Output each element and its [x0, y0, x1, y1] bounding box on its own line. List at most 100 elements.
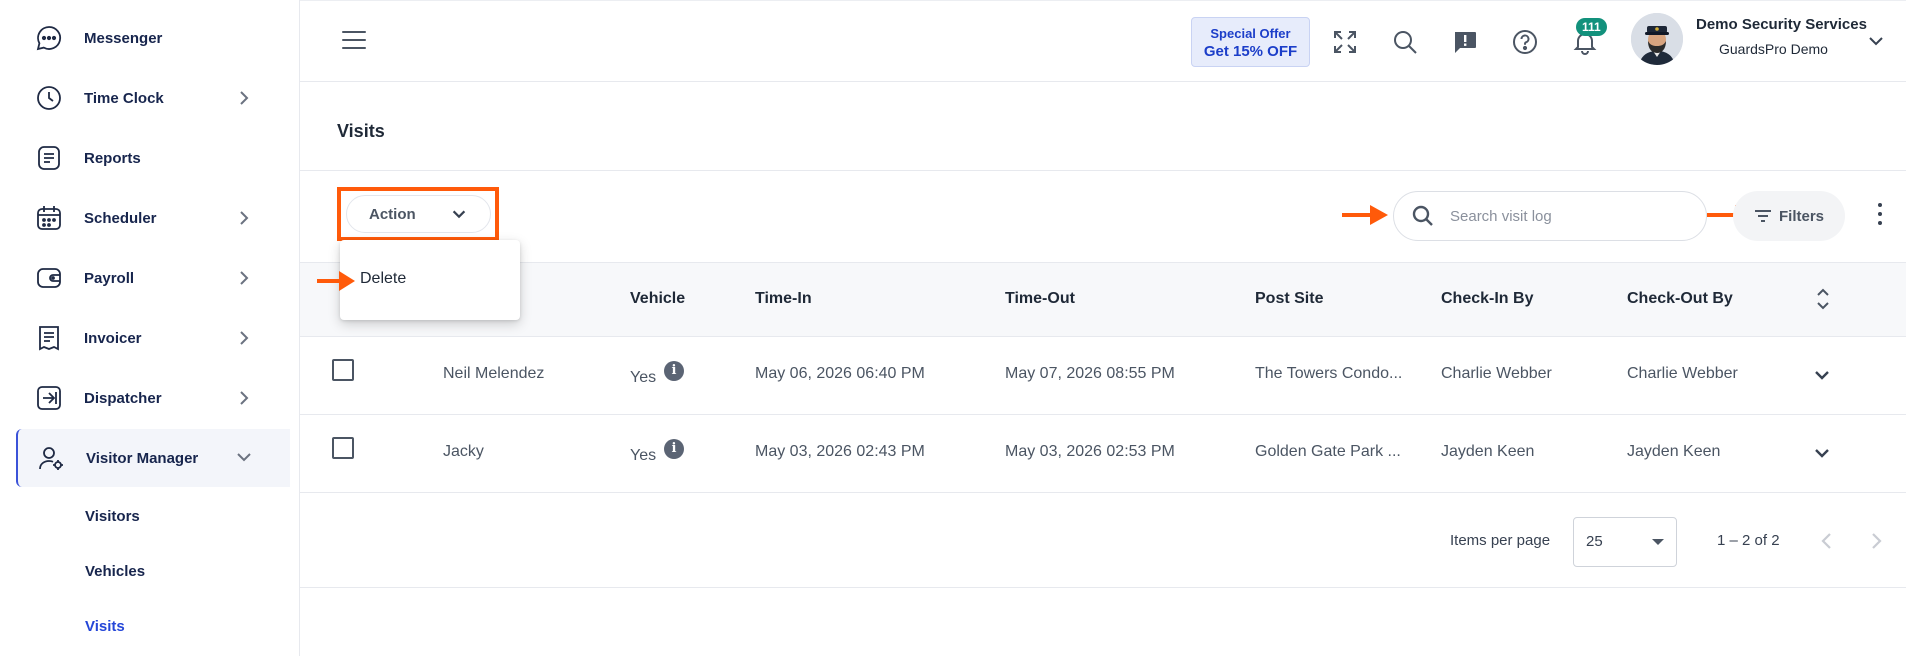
sidebar-subitem-vehicles[interactable]: Vehicles: [85, 563, 145, 580]
sidebar-item-label: Reports: [84, 149, 141, 167]
sidebar-item-scheduler[interactable]: Scheduler: [16, 190, 290, 246]
column-header-time-out: Time-Out: [1005, 290, 1075, 307]
chevron-right-icon: [240, 331, 249, 345]
user-name: Demo Security Services: [1696, 16, 1867, 33]
sidebar-item-label: Payroll: [84, 269, 135, 287]
info-icon[interactable]: i: [664, 361, 684, 381]
sidebar-item-time-clock[interactable]: Time Clock: [16, 70, 290, 126]
column-header-vehicle: Vehicle: [630, 290, 686, 307]
check-out-by: Charlie Webber: [1627, 365, 1738, 382]
chevron-down-icon: [237, 453, 251, 462]
menu-icon[interactable]: [342, 31, 366, 51]
sidebar-item-reports[interactable]: Reports: [16, 130, 290, 186]
action-dropdown-button[interactable]: Action: [346, 195, 491, 233]
chat-icon: [32, 21, 66, 55]
wallet-icon: [32, 261, 66, 295]
sidebar-subitem-visits[interactable]: Visits: [85, 618, 125, 635]
items-per-page-value: 25: [1586, 533, 1603, 550]
table-row: Neil Melendez Yes i May 06, 2026 06:40 P…: [300, 337, 1906, 415]
time-out: May 03, 2026 02:53 PM: [1005, 443, 1175, 460]
fullscreen-icon[interactable]: [1328, 25, 1362, 59]
calendar-icon: [32, 201, 66, 235]
filters-label: Filters: [1779, 207, 1825, 225]
divider: [300, 587, 1906, 588]
pagination-range: 1 – 2 of 2: [1717, 532, 1780, 549]
chevron-right-icon: [240, 91, 249, 105]
sidebar-item-messenger[interactable]: Messenger: [16, 10, 290, 66]
time-out: May 07, 2026 08:55 PM: [1005, 365, 1175, 382]
sidebar-item-label: Invoicer: [84, 329, 142, 347]
next-page-icon[interactable]: [1862, 527, 1890, 555]
chevron-down-icon: [452, 210, 466, 219]
sidebar: Messenger Time Clock Reports Scheduler P…: [0, 0, 300, 656]
sidebar-item-label: Scheduler: [84, 209, 157, 227]
search-box[interactable]: [1393, 191, 1707, 241]
sidebar-item-label: Time Clock: [84, 89, 164, 107]
row-checkbox[interactable]: [332, 437, 354, 459]
sort-icon[interactable]: [1814, 283, 1832, 315]
table-header: Vehicle Time-In Time-Out Post Site Check…: [300, 262, 1906, 337]
check-in-by: Charlie Webber: [1441, 365, 1552, 382]
filters-button[interactable]: Filters: [1733, 191, 1845, 241]
user-organization: GuardsPro Demo: [1719, 41, 1828, 57]
search-icon[interactable]: [1388, 25, 1422, 59]
row-checkbox[interactable]: [332, 359, 354, 381]
action-label: Action: [369, 205, 416, 223]
caret-down-icon: [1652, 539, 1664, 545]
column-header-check-out-by: Check-Out By: [1627, 290, 1733, 307]
avatar[interactable]: [1631, 13, 1683, 65]
column-header-time-in: Time-In: [755, 290, 812, 307]
time-in: May 03, 2026 02:43 PM: [755, 443, 925, 460]
table-row: Jacky Yes i May 03, 2026 02:43 PM May 03…: [300, 415, 1906, 493]
offer-title: Special Offer: [1210, 26, 1291, 41]
chevron-down-icon[interactable]: [1866, 31, 1886, 51]
sidebar-subitem-visitors[interactable]: Visitors: [85, 508, 140, 525]
vehicle-value: Yes: [630, 369, 657, 386]
action-dropdown-menu: Delete: [340, 240, 520, 320]
sidebar-item-label: Visitor Manager: [86, 449, 199, 467]
divider: [300, 170, 1906, 171]
visitor-icon: [34, 441, 68, 475]
vehicle-value: Yes: [630, 447, 657, 464]
search-icon: [1412, 205, 1433, 226]
sidebar-item-payroll[interactable]: Payroll: [16, 250, 290, 306]
sidebar-item-visitor-manager[interactable]: Visitor Manager: [16, 429, 290, 487]
offer-discount: Get 15% OFF: [1203, 43, 1298, 60]
chevron-right-icon: [240, 391, 249, 405]
items-per-page-select[interactable]: 25: [1573, 517, 1677, 567]
sidebar-item-label: Messenger: [84, 29, 163, 47]
search-input[interactable]: [1450, 207, 1680, 225]
items-per-page-label: Items per page: [1450, 532, 1551, 549]
sidebar-item-dispatcher[interactable]: Dispatcher: [16, 370, 290, 426]
action-highlight-box: Action: [337, 187, 499, 241]
chevron-right-icon: [240, 211, 249, 225]
info-icon[interactable]: i: [664, 439, 684, 459]
report-icon: [32, 141, 66, 175]
menu-item-delete[interactable]: Delete: [360, 270, 406, 288]
pointer-arrow-icon: [1342, 205, 1388, 225]
sidebar-item-label: Dispatcher: [84, 389, 162, 407]
special-offer-button[interactable]: Special Offer Get 15% OFF: [1191, 17, 1310, 67]
visitor-name: Jacky: [443, 443, 484, 460]
notification-badge: 111: [1576, 18, 1607, 36]
column-header-check-in-by: Check-In By: [1441, 290, 1534, 307]
filter-icon: [1755, 210, 1771, 222]
more-options-icon[interactable]: [1873, 203, 1887, 229]
page-title: Visits: [337, 121, 385, 141]
top-header: Special Offer Get 15% OFF 111 Demo Secur…: [300, 0, 1906, 82]
expand-row-icon[interactable]: [1812, 365, 1832, 385]
expand-row-icon[interactable]: [1812, 443, 1832, 463]
help-icon[interactable]: [1508, 25, 1542, 59]
invoice-icon: [32, 321, 66, 355]
previous-page-icon[interactable]: [1813, 527, 1841, 555]
clock-icon: [32, 81, 66, 115]
post-site: Golden Gate Park ...: [1255, 443, 1401, 460]
visitor-name: Neil Melendez: [443, 365, 545, 382]
feedback-icon[interactable]: [1448, 25, 1482, 59]
check-in-by: Jayden Keen: [1441, 443, 1535, 460]
check-out-by: Jayden Keen: [1627, 443, 1721, 460]
dispatch-icon: [32, 381, 66, 415]
sidebar-item-invoicer[interactable]: Invoicer: [16, 310, 290, 366]
chevron-right-icon: [240, 271, 249, 285]
post-site: The Towers Condo...: [1255, 365, 1403, 382]
